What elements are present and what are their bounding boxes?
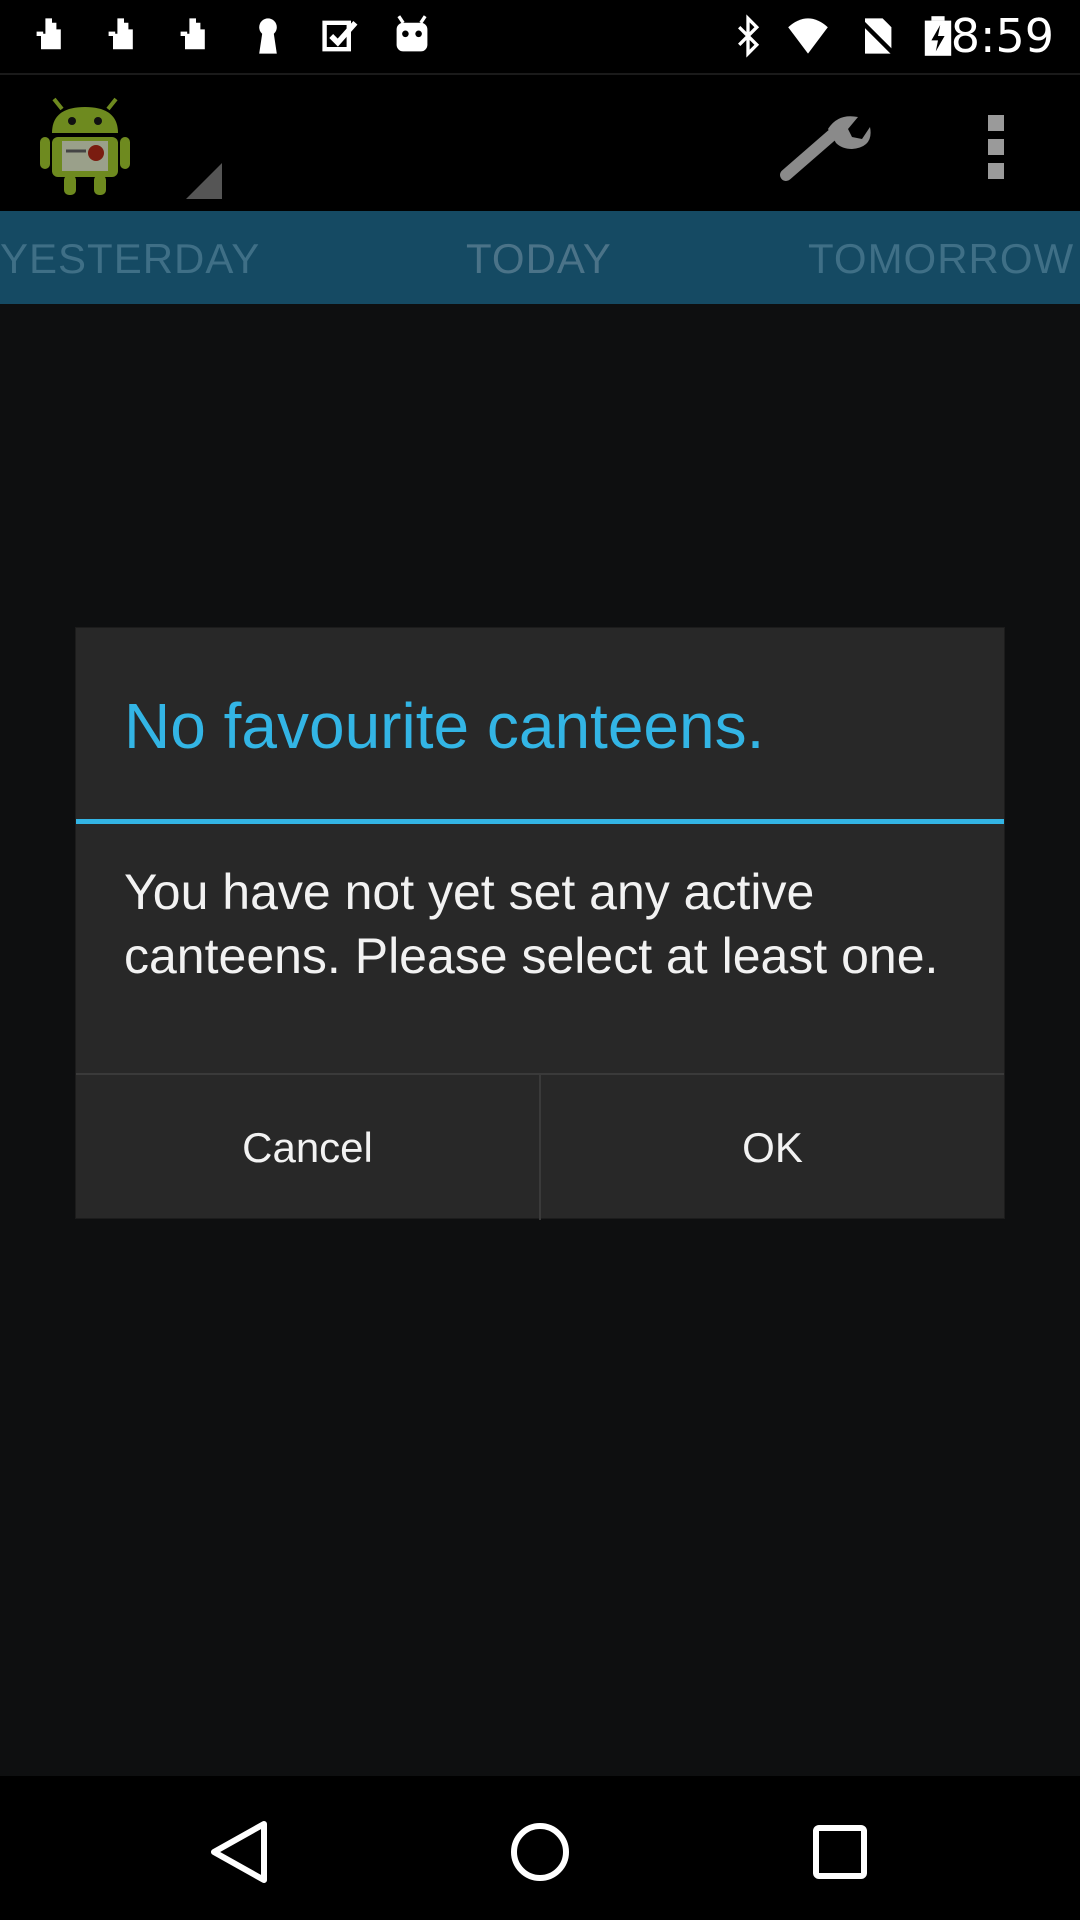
status-time: 8:59 [950, 9, 1054, 63]
wifi-icon [782, 10, 834, 62]
overflow-dot [988, 139, 1004, 155]
cancel-button[interactable]: Cancel [76, 1075, 539, 1220]
home-circle-icon[interactable] [500, 1812, 580, 1892]
action-bar [0, 73, 1080, 213]
spinner-indicator-icon[interactable] [186, 163, 222, 199]
status-bar: 8:59 [0, 0, 1080, 73]
overflow-menu-icon[interactable] [968, 109, 1024, 185]
touch-gesture-icon [170, 10, 222, 62]
android-canteen-logo-icon[interactable] [40, 95, 130, 195]
overflow-dot [988, 163, 1004, 179]
back-triangle-icon[interactable] [200, 1812, 280, 1892]
keyhole-icon [242, 10, 294, 62]
dialog-title: No favourite canteens. [124, 690, 765, 762]
dialog-message: You have not yet set any active canteens… [124, 864, 939, 984]
wrench-icon[interactable] [780, 109, 876, 185]
day-tab-strip: YESTERDAY TODAY TOMORROW [0, 211, 1080, 304]
checkbox-icon [314, 10, 366, 62]
no-sim-icon [850, 10, 902, 62]
dialog-button-bar: Cancel OK [76, 1073, 1004, 1220]
tab-yesterday[interactable]: YESTERDAY [0, 231, 260, 287]
no-favourites-dialog: No favourite canteens. You have not yet … [76, 628, 1004, 1220]
touch-gesture-icon [26, 10, 78, 62]
tab-tomorrow[interactable]: TOMORROW [808, 231, 1074, 287]
overflow-dot [988, 115, 1004, 131]
navigation-bar [0, 1776, 1080, 1920]
bluetooth-icon [722, 10, 774, 62]
android-robot-icon [386, 10, 438, 62]
ok-button[interactable]: OK [541, 1075, 1004, 1220]
dialog-title-divider [76, 819, 1004, 824]
recents-square-icon[interactable] [800, 1812, 880, 1892]
tab-today[interactable]: TODAY [466, 231, 612, 287]
touch-gesture-icon [98, 10, 150, 62]
